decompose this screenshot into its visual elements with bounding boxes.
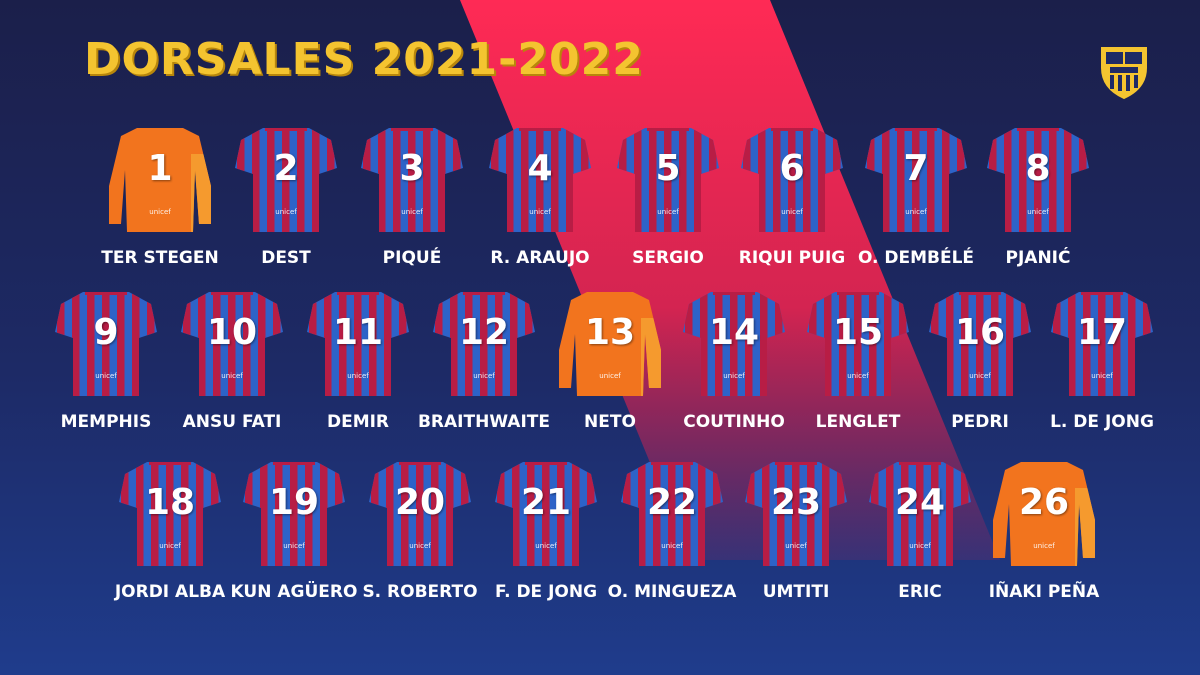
player-card: 8 unicef PJANIĆ <box>976 124 1100 294</box>
player-card: 13 unicef NETO <box>548 288 672 458</box>
player-card: 23 unicef UMTITI <box>734 458 858 628</box>
player-card: 11 unicef DEMIR <box>296 288 420 458</box>
shirt-number: 7 <box>903 148 929 189</box>
player-card: 2 unicef DEST <box>224 124 348 294</box>
player-card: 21 unicef F. DE JONG <box>484 458 608 628</box>
shirt-number: 5 <box>655 148 681 189</box>
sponsor-label: unicef <box>1033 542 1055 550</box>
player-card: 6 unicef RIQUI PUIG <box>730 124 854 294</box>
player-grid: 1 unicef TER STEGEN 2 unicef DEST 3 unicef PIQUÉ… <box>0 0 1200 675</box>
shirt-number: 1 <box>147 148 173 189</box>
sponsor-label: unicef <box>723 372 745 380</box>
shirt-number: 24 <box>894 482 946 523</box>
sponsor-label: unicef <box>221 372 243 380</box>
sponsor-label: unicef <box>283 542 305 550</box>
shirt-number: 3 <box>399 148 425 189</box>
shirt-number: 22 <box>646 482 698 523</box>
sponsor-label: unicef <box>275 208 297 216</box>
player-card: 19 unicef KUN AGÜERO <box>231 458 357 628</box>
player-card: 4 unicef R. ARAUJO <box>478 124 602 294</box>
player-name: IÑAKI PEÑA <box>988 582 1100 602</box>
player-card: 20 unicef S. ROBERTO <box>358 458 482 628</box>
sponsor-label: unicef <box>1091 372 1113 380</box>
shirt-number: 20 <box>394 482 446 523</box>
sponsor-label: unicef <box>159 542 181 550</box>
shirt-number: 11 <box>332 312 384 353</box>
player-card: 26 unicef IÑAKI PEÑA <box>982 458 1106 628</box>
sponsor-label: unicef <box>409 542 431 550</box>
player-name: L. DE JONG <box>1050 412 1154 432</box>
player-card: 10 unicef ANSU FATI <box>170 288 294 458</box>
player-card: 22 unicef O. MINGUEZA <box>608 458 736 628</box>
sponsor-label: unicef <box>529 208 551 216</box>
player-card: 17 unicef L. DE JONG <box>1040 288 1164 458</box>
player-card: 5 unicef SERGIO <box>606 124 730 294</box>
shirt-number: 2 <box>273 148 299 189</box>
sponsor-label: unicef <box>657 208 679 216</box>
player-card: 15 unicef LENGLET <box>796 288 920 458</box>
sponsor-label: unicef <box>847 372 869 380</box>
shirt-number: 15 <box>832 312 884 353</box>
player-card: 9 unicef MEMPHIS <box>44 288 168 458</box>
sponsor-label: unicef <box>781 208 803 216</box>
shirt-number: 17 <box>1076 312 1128 353</box>
player-card: 24 unicef ERIC <box>858 458 982 628</box>
shirt-number: 9 <box>93 312 119 353</box>
sponsor-label: unicef <box>599 372 621 380</box>
shirt-number: 13 <box>584 312 636 353</box>
player-name: PJANIĆ <box>1005 248 1071 268</box>
shirt-number: 21 <box>520 482 572 523</box>
player-card: 1 unicef TER STEGEN <box>98 124 222 294</box>
sponsor-label: unicef <box>347 372 369 380</box>
player-card: 12 unicef BRAITHWAITE <box>418 288 550 458</box>
sponsor-label: unicef <box>785 542 807 550</box>
player-card: 16 unicef PEDRI <box>918 288 1042 458</box>
sponsor-label: unicef <box>401 208 423 216</box>
shirt-number: 16 <box>954 312 1006 353</box>
sponsor-label: unicef <box>969 372 991 380</box>
player-card: 14 unicef COUTINHO <box>672 288 796 458</box>
shirt-number: 18 <box>144 482 196 523</box>
player-card: 18 unicef JORDI ALBA <box>108 458 232 628</box>
sponsor-label: unicef <box>905 208 927 216</box>
shirt-number: 12 <box>458 312 510 353</box>
shirt-number: 26 <box>1018 482 1070 523</box>
sponsor-label: unicef <box>1027 208 1049 216</box>
sponsor-label: unicef <box>661 542 683 550</box>
player-card: 7 unicef O. DEMBÉLÉ <box>854 124 978 294</box>
shirt-number: 6 <box>779 148 805 189</box>
sponsor-label: unicef <box>909 542 931 550</box>
shirt-number: 14 <box>708 312 760 353</box>
shirt-number: 23 <box>770 482 822 523</box>
sponsor-label: unicef <box>95 372 117 380</box>
sponsor-label: unicef <box>535 542 557 550</box>
shirt-number: 10 <box>206 312 258 353</box>
shirt-number: 19 <box>268 482 320 523</box>
player-card: 3 unicef PIQUÉ <box>350 124 474 294</box>
sponsor-label: unicef <box>473 372 495 380</box>
sponsor-label: unicef <box>149 208 171 216</box>
shirt-number: 4 <box>527 148 553 189</box>
shirt-number: 8 <box>1025 148 1051 189</box>
